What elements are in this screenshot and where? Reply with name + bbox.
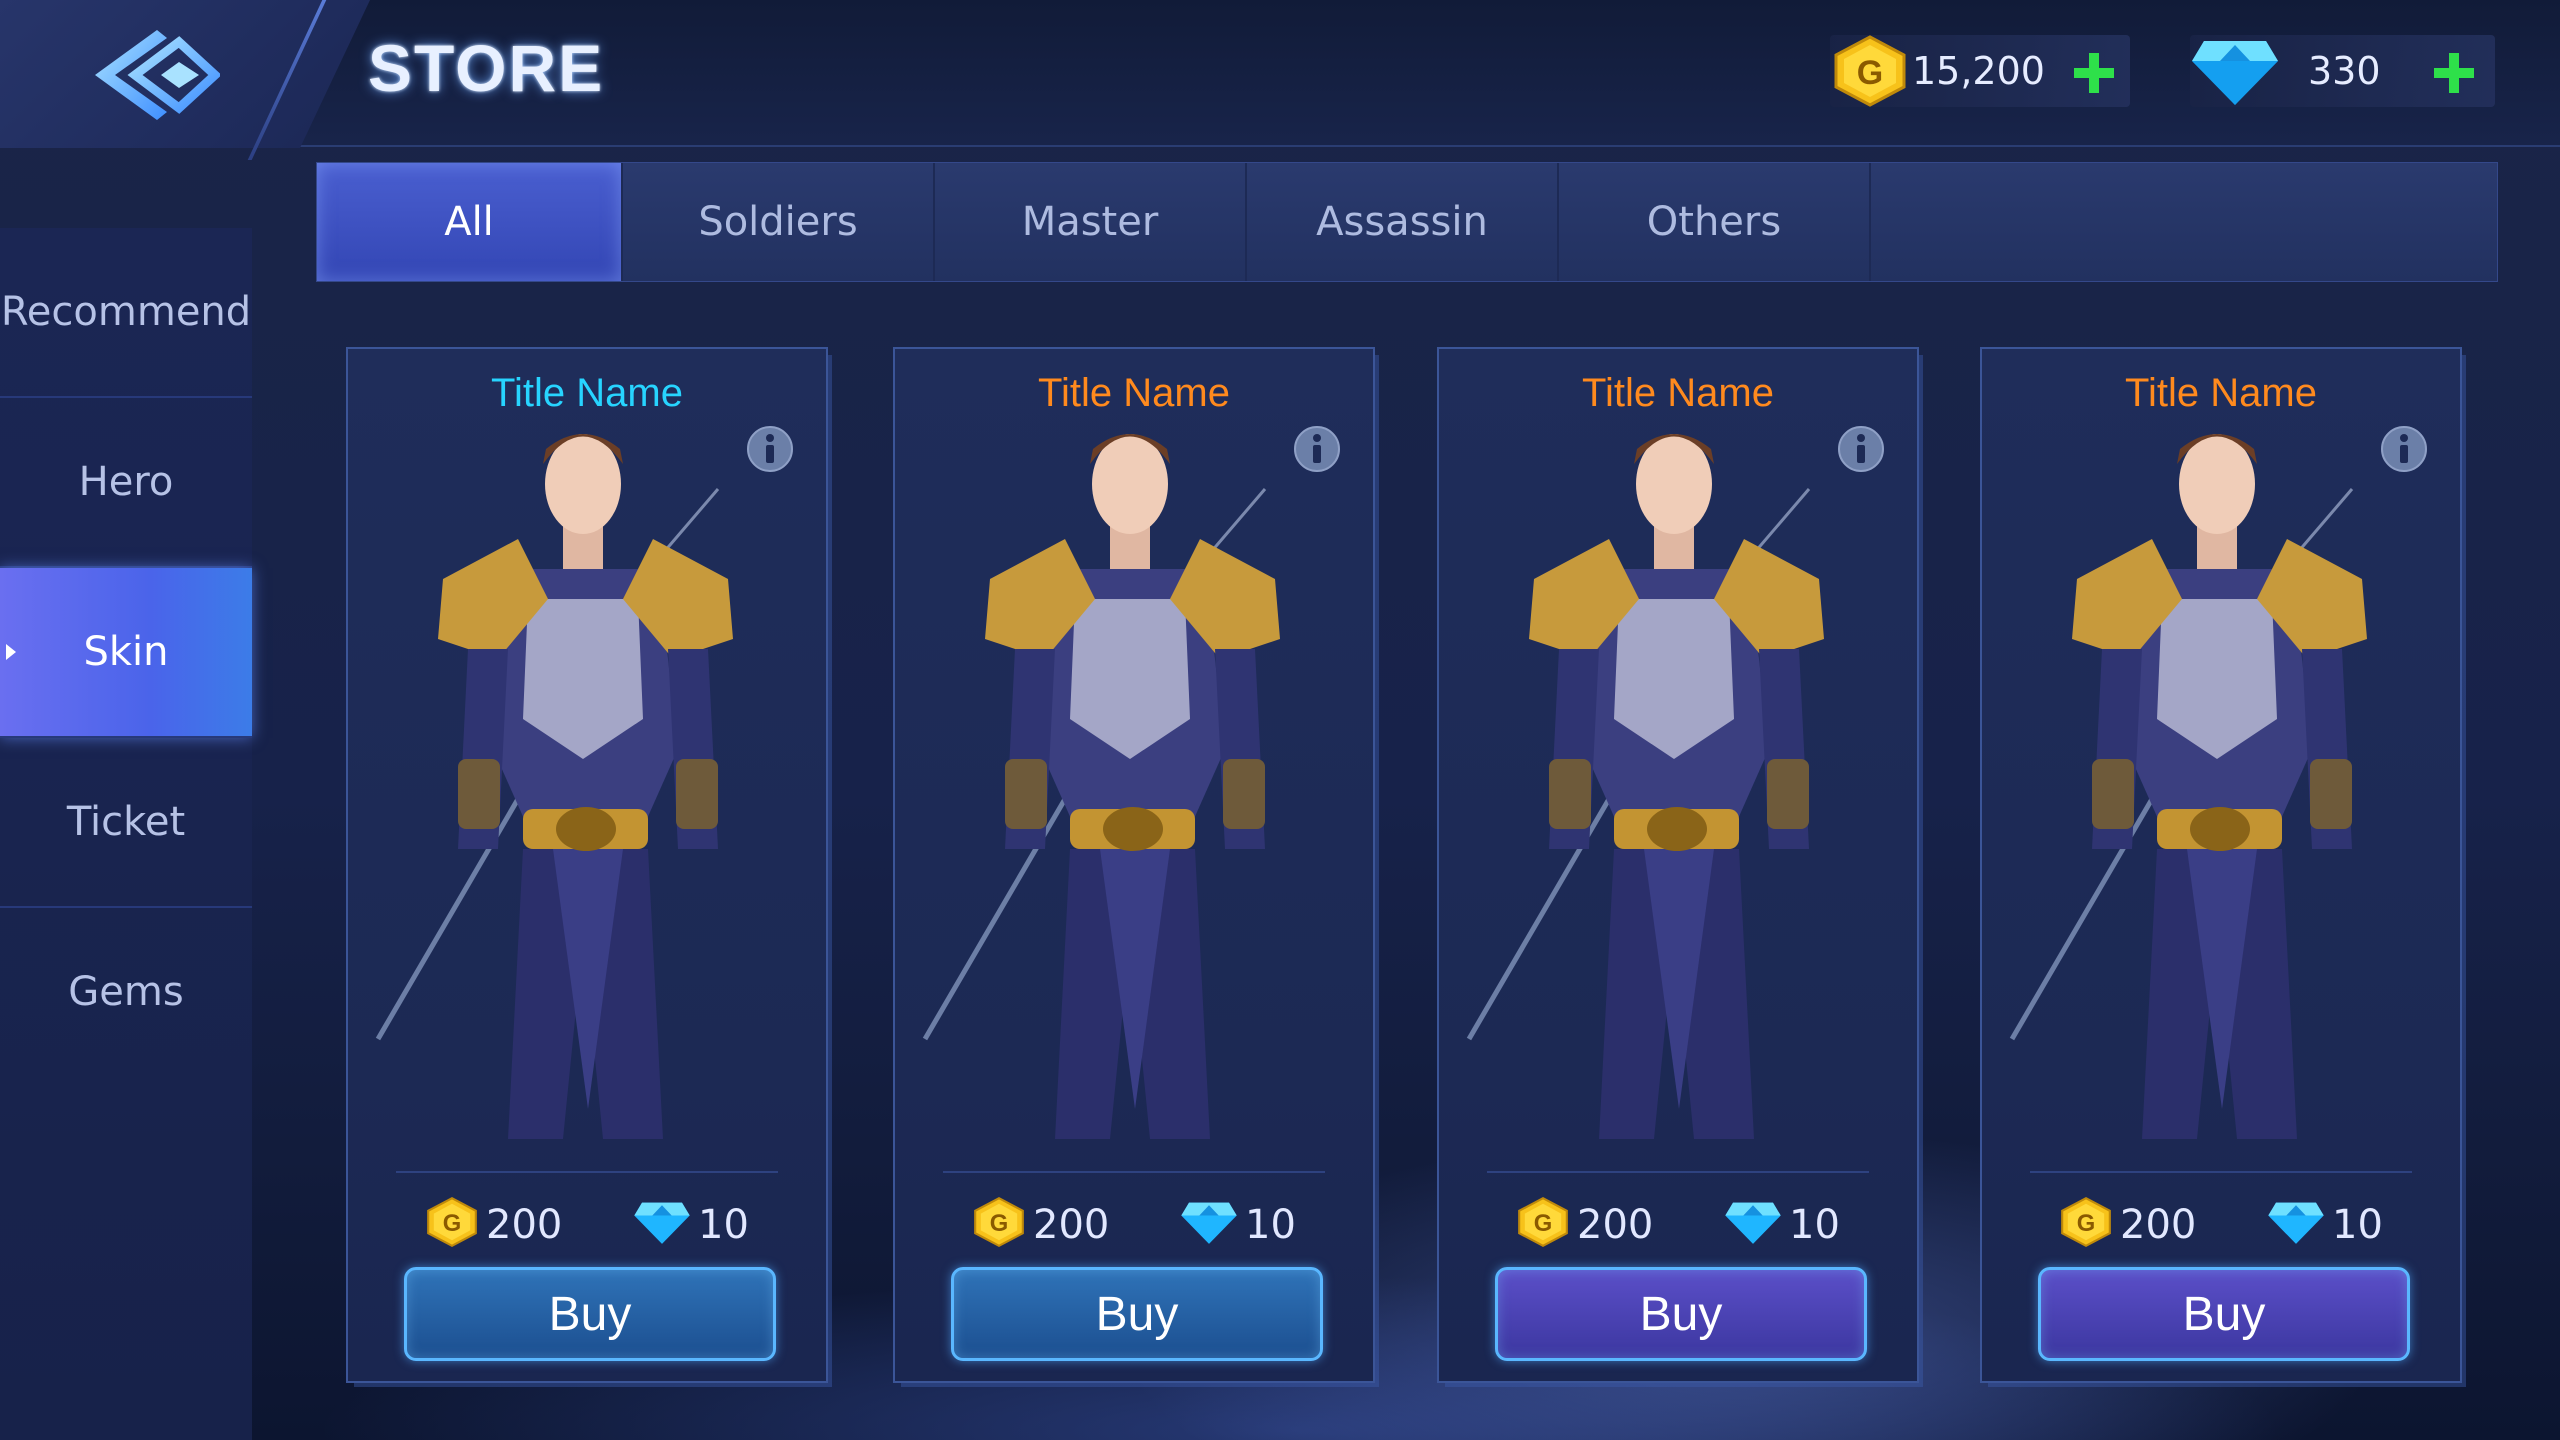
- gold-price: 200: [1577, 1202, 1654, 1248]
- price-row: G 200 10: [348, 1194, 826, 1254]
- gold-coin-icon: G: [974, 1197, 1024, 1247]
- buy-button[interactable]: Buy: [951, 1267, 1323, 1361]
- tab-soldiers[interactable]: Soldiers: [623, 163, 935, 281]
- svg-text:G: G: [2077, 1210, 2096, 1237]
- store-screen: STORE G 15,200 330 All Soldiers Master A…: [0, 0, 2560, 1440]
- selected-marker-icon: [6, 644, 16, 660]
- info-icon[interactable]: [2380, 425, 2428, 473]
- tab-label: Others: [1646, 199, 1782, 245]
- gold-coin-icon: G: [427, 1197, 477, 1247]
- svg-text:G: G: [1534, 1210, 1553, 1237]
- add-gold-button[interactable]: [2070, 51, 2118, 95]
- price-divider: [943, 1171, 1325, 1173]
- card-title: Title Name: [2125, 371, 2317, 415]
- sidebar-item-gems[interactable]: Gems: [0, 908, 252, 1076]
- tab-label: Soldiers: [698, 199, 858, 245]
- gold-price: 200: [1033, 1202, 1110, 1248]
- svg-text:G: G: [990, 1210, 1009, 1237]
- sidebar-item-ticket[interactable]: Ticket: [0, 738, 252, 908]
- product-card-2[interactable]: Title Name G 200 10 Buy: [893, 347, 1375, 1383]
- gold-balance: G 15,200: [1830, 35, 2130, 107]
- card-title: Title Name: [1582, 371, 1774, 415]
- card-title: Title Name: [491, 371, 683, 415]
- info-icon[interactable]: [1837, 425, 1885, 473]
- gold-coin-icon: G: [1518, 1197, 1568, 1247]
- product-card-3[interactable]: Title Name G 200 10 Buy: [1437, 347, 1919, 1383]
- hero-skin-image: [922, 434, 1280, 1139]
- diamond-gem-icon: [2268, 1202, 2324, 1244]
- back-button[interactable]: [95, 28, 222, 123]
- diamond-gem-icon: [1181, 1202, 1237, 1244]
- price-divider: [396, 1171, 778, 1173]
- back-arrow-icon: [95, 30, 222, 120]
- tab-label: Master: [1021, 199, 1159, 245]
- svg-text:G: G: [443, 1210, 462, 1237]
- sidebar: Recommend Hero Skin Ticket Gems: [0, 228, 252, 1440]
- tab-all[interactable]: All: [317, 163, 623, 281]
- tab-master[interactable]: Master: [935, 163, 1247, 281]
- sidebar-item-label: Hero: [78, 459, 174, 505]
- product-card-4[interactable]: Title Name G 200 10 Buy: [1980, 347, 2462, 1383]
- product-card-1[interactable]: Title Name G 200 10 Buy: [346, 347, 828, 1383]
- gold-price: 200: [2120, 1202, 2197, 1248]
- price-row: G 200 10: [895, 1194, 1373, 1254]
- diamond-gem-icon: [634, 1202, 690, 1244]
- gem-balance: 330: [2190, 35, 2495, 107]
- sidebar-item-label: Gems: [68, 969, 184, 1015]
- price-row: G 200 10: [1439, 1194, 1917, 1254]
- info-icon[interactable]: [746, 425, 794, 473]
- hero-skin-image: [1466, 434, 1824, 1139]
- buy-button[interactable]: Buy: [1495, 1267, 1867, 1361]
- gem-price: 10: [698, 1202, 749, 1248]
- sidebar-item-label: Skin: [83, 629, 169, 675]
- gold-amount: 15,200: [1912, 49, 2045, 93]
- price-divider: [1487, 1171, 1869, 1173]
- tab-label: All: [444, 199, 494, 245]
- gem-amount: 330: [2308, 49, 2381, 93]
- sidebar-item-label: Ticket: [66, 799, 186, 845]
- price-row: G 200 10: [1982, 1194, 2460, 1254]
- hero-skin-image: [2009, 434, 2367, 1139]
- hero-skin-image: [375, 434, 733, 1139]
- sidebar-item-skin[interactable]: Skin: [0, 568, 252, 738]
- gold-coin-icon: G: [2061, 1197, 2111, 1247]
- sidebar-item-label: Recommend: [0, 289, 252, 335]
- tab-others[interactable]: Others: [1559, 163, 1871, 281]
- gem-price: 10: [1245, 1202, 1296, 1248]
- svg-text:G: G: [1857, 54, 1883, 92]
- page-title: STORE: [368, 31, 605, 105]
- category-tabs: All Soldiers Master Assassin Others: [316, 162, 2498, 282]
- diamond-gem-icon: [2192, 41, 2278, 105]
- add-gems-button[interactable]: [2430, 51, 2478, 95]
- gem-price: 10: [1789, 1202, 1840, 1248]
- gold-price: 200: [486, 1202, 563, 1248]
- price-divider: [2030, 1171, 2412, 1173]
- buy-button[interactable]: Buy: [404, 1267, 776, 1361]
- sidebar-item-recommend[interactable]: Recommend: [0, 228, 252, 398]
- card-title: Title Name: [1038, 371, 1230, 415]
- gem-price: 10: [2332, 1202, 2383, 1248]
- buy-button[interactable]: Buy: [2038, 1267, 2410, 1361]
- gold-coin-icon: G: [1834, 35, 1906, 107]
- diamond-gem-icon: [1725, 1202, 1781, 1244]
- tab-assassin[interactable]: Assassin: [1247, 163, 1559, 281]
- tab-label: Assassin: [1316, 199, 1488, 245]
- info-icon[interactable]: [1293, 425, 1341, 473]
- sidebar-item-hero[interactable]: Hero: [0, 398, 252, 568]
